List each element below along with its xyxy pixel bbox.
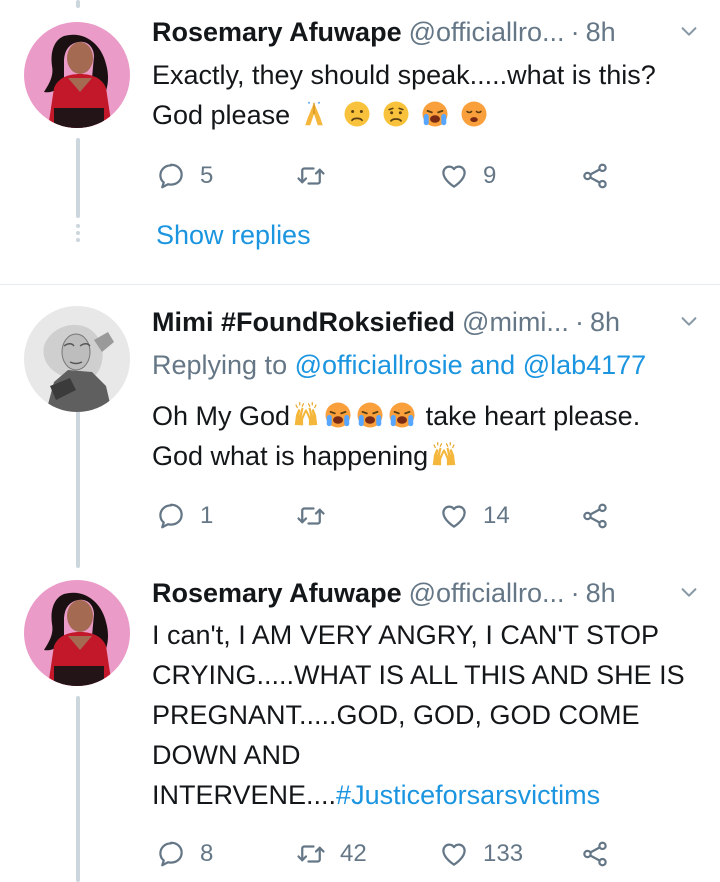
tweet-text: Oh My God take heart please. God what is…	[152, 396, 712, 476]
share-button[interactable]	[580, 498, 610, 534]
share-button[interactable]	[580, 836, 610, 872]
tweet-text-content: take heart please.	[425, 401, 641, 431]
author-handle[interactable]: @officiallro...	[409, 17, 565, 48]
reply-icon	[156, 501, 186, 531]
crying-face-icon	[355, 400, 385, 430]
sad-face-icon	[381, 99, 411, 129]
tweet-text-content: God what is happening	[152, 441, 429, 471]
reply-count: 8	[200, 840, 214, 867]
separator-dot: ·	[574, 306, 584, 337]
frowning-face-icon	[342, 99, 372, 129]
avatar[interactable]	[24, 306, 130, 412]
hashtag-link[interactable]: #Justiceforsarsvictims	[336, 780, 600, 810]
tweet-time[interactable]: 8h	[590, 307, 620, 338]
share-button[interactable]	[580, 158, 610, 194]
avatar[interactable]	[24, 22, 130, 128]
tweet-text: I can't, I AM VERY ANGRY, I CAN'T STOP C…	[152, 615, 692, 815]
chevron-down-icon[interactable]	[678, 310, 700, 332]
reply-button[interactable]: 5	[156, 158, 213, 194]
author-name[interactable]: Rosemary Afuwape	[152, 17, 402, 48]
heart-icon	[439, 839, 469, 869]
tweet-actions: 8 42 133	[156, 836, 626, 872]
tweet-divider	[0, 284, 720, 285]
separator-dot: ·	[570, 16, 580, 47]
retweet-icon	[296, 501, 326, 531]
author-name[interactable]: Mimi #FoundRoksiefied	[152, 307, 455, 338]
replying-and: and	[470, 350, 516, 380]
heart-icon	[439, 501, 469, 531]
like-count: 133	[483, 840, 524, 867]
retweet-icon	[296, 161, 326, 191]
reply-icon	[156, 161, 186, 191]
tweet-text-content: Oh My God	[152, 401, 291, 431]
retweet-button[interactable]: 42	[296, 836, 367, 872]
chevron-down-icon[interactable]	[678, 581, 700, 603]
raising-hands-icon	[291, 400, 321, 430]
crying-face-icon	[420, 99, 450, 129]
reply-count: 1	[200, 502, 214, 529]
like-button[interactable]: 133	[439, 836, 523, 872]
reply-icon	[156, 839, 186, 869]
crying-face-icon	[387, 400, 417, 430]
author-handle[interactable]: @mimi...	[462, 307, 569, 338]
tweet-time[interactable]: 8h	[586, 17, 616, 48]
thread-line	[76, 138, 80, 218]
avatar[interactable]	[24, 580, 130, 686]
show-replies-link[interactable]: Show replies	[156, 220, 311, 251]
share-icon	[580, 161, 610, 191]
crying-face-icon	[323, 400, 353, 430]
reply-button[interactable]: 1	[156, 498, 213, 534]
chevron-down-icon[interactable]	[678, 20, 700, 42]
author-name[interactable]: Rosemary Afuwape	[152, 578, 402, 609]
share-icon	[580, 839, 610, 869]
mention-link[interactable]: @lab4177	[523, 350, 647, 380]
tweet-actions: 1 14	[156, 498, 626, 534]
raising-hands-icon	[429, 440, 459, 470]
tweet-time[interactable]: 8h	[586, 578, 616, 609]
thread-line	[76, 0, 80, 8]
thread-line	[76, 696, 80, 882]
retweet-button[interactable]	[296, 498, 340, 534]
like-button[interactable]: 9	[439, 158, 496, 194]
retweet-button[interactable]	[296, 158, 340, 194]
folded-hands-icon	[299, 99, 329, 129]
separator-dot: ·	[570, 577, 580, 608]
sleepy-face-icon	[459, 99, 489, 129]
mention-link[interactable]: @officiallrosie	[295, 350, 463, 380]
like-count: 9	[483, 162, 497, 189]
reply-button[interactable]: 8	[156, 836, 213, 872]
retweet-icon	[296, 839, 326, 869]
tweet-actions: 5 9	[156, 158, 626, 194]
heart-icon	[439, 161, 469, 191]
reply-count: 5	[200, 162, 214, 189]
like-button[interactable]: 14	[439, 498, 510, 534]
thread-line	[76, 410, 80, 568]
thread-dots	[75, 224, 81, 245]
replying-label: Replying to	[152, 350, 288, 380]
retweet-count: 42	[340, 840, 367, 867]
like-count: 14	[483, 502, 510, 529]
tweet-text: Exactly, they should speak.....what is t…	[152, 55, 712, 135]
replying-to: Replying to @officiallrosie and @lab4177	[152, 350, 646, 381]
author-handle[interactable]: @officiallro...	[409, 578, 565, 609]
share-icon	[580, 501, 610, 531]
